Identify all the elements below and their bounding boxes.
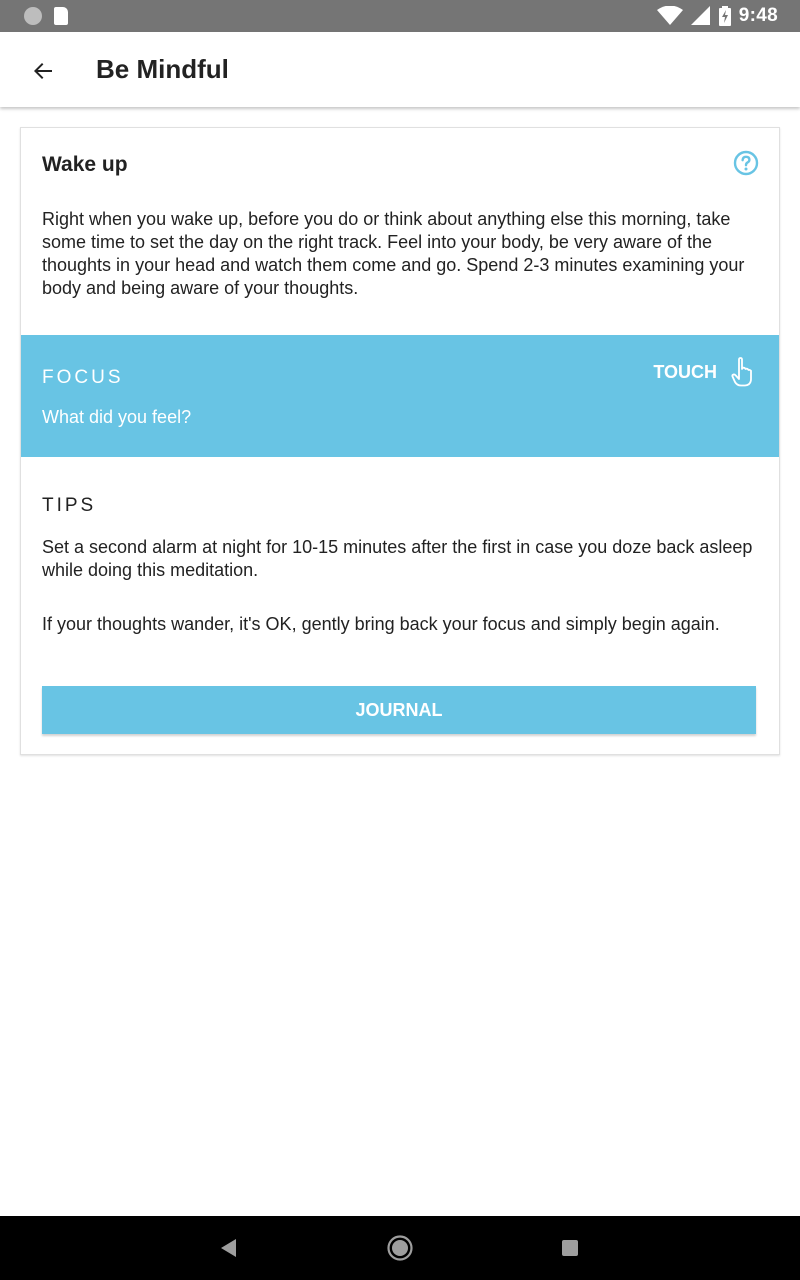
- nav-home-icon[interactable]: [386, 1234, 414, 1262]
- signal-icon: [690, 6, 710, 25]
- tip-item: Set a second alarm at night for 10-15 mi…: [42, 537, 753, 580]
- exercise-card: Wake up Right when you wake up, before y…: [20, 127, 780, 755]
- focus-heading: FOCUS: [42, 367, 124, 388]
- journal-button[interactable]: JOURNAL: [42, 686, 756, 734]
- sd-card-icon: [54, 7, 68, 25]
- card-title: Wake up: [42, 153, 128, 176]
- focus-question: What did you feel?: [42, 407, 192, 427]
- page-title: Be Mindful: [96, 54, 229, 84]
- help-circle-icon[interactable]: [733, 150, 759, 176]
- status-bar: 9:48: [0, 0, 800, 32]
- tips-heading: TIPS: [42, 495, 97, 516]
- battery-charging-icon: [718, 6, 731, 26]
- touch-button[interactable]: TOUCH: [653, 357, 753, 387]
- back-button[interactable]: [26, 54, 60, 88]
- notification-dot-icon: [24, 7, 42, 25]
- status-right: 9:48: [656, 5, 778, 27]
- tip-item: If your thoughts wander, it's OK, gently…: [42, 614, 720, 634]
- touch-label: TOUCH: [653, 361, 717, 382]
- nav-recents-icon[interactable]: [562, 1240, 578, 1256]
- wifi-icon: [656, 6, 683, 25]
- nav-back-icon[interactable]: [218, 1236, 240, 1260]
- hand-pointer-icon: [731, 357, 752, 387]
- arrow-left-icon: [34, 63, 52, 79]
- system-nav-bar: [0, 1216, 800, 1280]
- focus-panel: FOCUS What did you feel? TOUCH: [21, 335, 779, 457]
- app-bar: Be Mindful: [0, 32, 800, 107]
- status-left: [24, 7, 68, 25]
- status-time: 9:48: [738, 5, 778, 26]
- card-description: Right when you wake up, before you do or…: [42, 209, 745, 298]
